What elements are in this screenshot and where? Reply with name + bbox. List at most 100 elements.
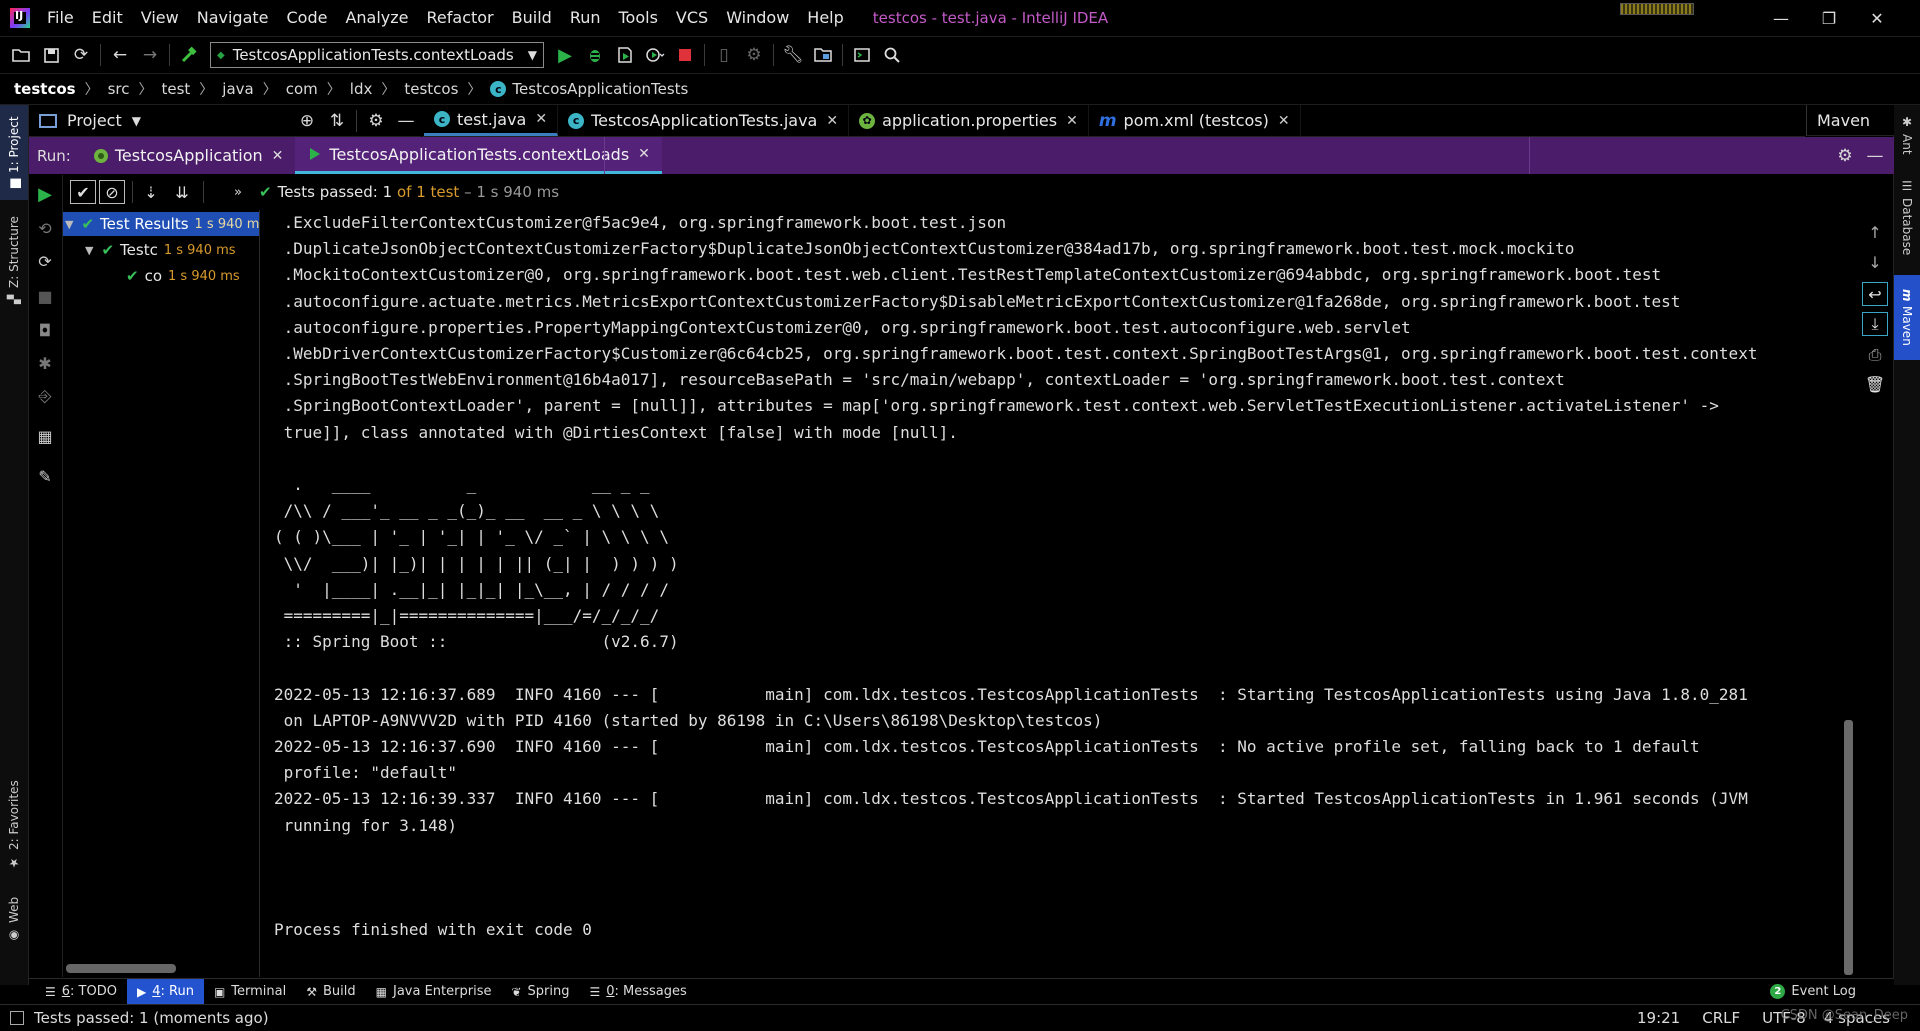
more-actions-icon[interactable]: » bbox=[224, 179, 252, 205]
menu-vcs[interactable]: VCS bbox=[667, 0, 717, 36]
toggle-auto-test-icon[interactable]: ⟳ bbox=[32, 248, 58, 274]
show-passed-icon[interactable]: ✔ bbox=[70, 180, 96, 204]
menu-file[interactable]: File bbox=[38, 0, 83, 36]
sync-icon[interactable]: ⟳ bbox=[66, 40, 96, 70]
tab-maven-side[interactable]: m Maven bbox=[1894, 275, 1920, 360]
tool-tab[interactable]: ⚒ Build bbox=[296, 979, 365, 1004]
run-configuration-select[interactable]: ◆ TestcosApplicationTests.contextLoads ▼ bbox=[210, 42, 544, 68]
attach-debugger-icon[interactable]: ▯ bbox=[709, 40, 739, 70]
close-icon[interactable]: ✕ bbox=[638, 146, 650, 162]
show-ignored-icon[interactable]: ⊘ bbox=[99, 180, 125, 204]
caret-position[interactable]: 19:21 bbox=[1637, 1009, 1680, 1027]
menu-tools[interactable]: Tools bbox=[610, 0, 667, 36]
deploy-icon[interactable]: ⚙ bbox=[739, 40, 769, 70]
tool-tab[interactable]: ▣ Terminal bbox=[204, 979, 296, 1004]
breadcrumb-item[interactable]: testcos bbox=[404, 80, 458, 98]
menu-run[interactable]: Run bbox=[561, 0, 610, 36]
tab-web[interactable]: ◉ Web bbox=[0, 885, 28, 955]
horizontal-scrollbar[interactable] bbox=[66, 964, 176, 973]
run-icon[interactable]: ▶ bbox=[550, 40, 580, 70]
scroll-to-end-icon[interactable]: ⤓ bbox=[1862, 312, 1888, 336]
close-icon[interactable]: ✕ bbox=[1066, 113, 1078, 129]
layout-icon[interactable]: ▦ bbox=[32, 423, 58, 449]
gear-icon[interactable]: ⚙ bbox=[1830, 141, 1860, 171]
back-arrow-icon[interactable]: ← bbox=[105, 40, 135, 70]
hide-panel-icon[interactable]: — bbox=[391, 106, 421, 136]
menu-build[interactable]: Build bbox=[503, 0, 561, 36]
import-tests-icon[interactable]: ⎆ bbox=[32, 383, 58, 409]
breadcrumb-item[interactable]: com bbox=[286, 80, 318, 98]
restore-button[interactable]: ❐ bbox=[1806, 0, 1852, 36]
close-icon[interactable]: ✕ bbox=[826, 113, 838, 129]
build-hammer-icon[interactable] bbox=[174, 40, 204, 70]
tab-favorites[interactable]: ★ 2: Favorites bbox=[0, 770, 28, 880]
expand-toggle-icon[interactable]: ▼ bbox=[85, 244, 93, 257]
menu-navigate[interactable]: Navigate bbox=[188, 0, 278, 36]
menu-help[interactable]: Help bbox=[798, 0, 852, 36]
close-icon[interactable]: ✕ bbox=[1278, 113, 1290, 129]
sort-alphabetically-icon[interactable]: ⇣ bbox=[137, 179, 165, 205]
save-all-icon[interactable] bbox=[36, 40, 66, 70]
menu-view[interactable]: View bbox=[132, 0, 188, 36]
breadcrumb-item[interactable]: java bbox=[222, 80, 253, 98]
editor-tab[interactable]: c TestcosApplicationTests.java ✕ bbox=[558, 105, 850, 136]
status-square-icon[interactable] bbox=[10, 1011, 24, 1025]
project-structure-icon[interactable] bbox=[808, 40, 838, 70]
terminal-window-icon[interactable] bbox=[847, 40, 877, 70]
gear-icon[interactable]: ⚙ bbox=[361, 106, 391, 136]
project-view-title[interactable]: Project bbox=[67, 111, 122, 130]
open-folder-icon[interactable] bbox=[6, 40, 36, 70]
tool-tab[interactable]: ☰ 6: TODO bbox=[35, 979, 127, 1004]
tool-tab[interactable]: ▶ 4: Run bbox=[126, 979, 204, 1004]
run-with-coverage-icon[interactable] bbox=[610, 40, 640, 70]
hide-panel-icon[interactable]: — bbox=[1860, 141, 1890, 171]
debug-icon[interactable] bbox=[580, 40, 610, 70]
soft-wrap-icon[interactable]: ↩ bbox=[1862, 282, 1888, 306]
close-icon[interactable]: ✕ bbox=[272, 148, 284, 164]
print-icon[interactable]: ⎙ bbox=[1862, 343, 1888, 367]
test-node[interactable]: ✔ co 1 s 940 ms bbox=[63, 264, 259, 288]
close-window-button[interactable]: ✕ bbox=[1854, 0, 1900, 36]
breadcrumb-item[interactable]: ldx bbox=[350, 80, 373, 98]
menu-refactor[interactable]: Refactor bbox=[418, 0, 503, 36]
camera-icon[interactable]: ◘ bbox=[32, 317, 58, 343]
maven-panel-tab[interactable]: Maven bbox=[1806, 105, 1894, 136]
minimize-button[interactable]: — bbox=[1758, 0, 1804, 36]
event-log-tab[interactable]: 2 Event Log bbox=[1770, 984, 1856, 999]
tool-tab[interactable]: ❦ Spring bbox=[501, 979, 579, 1004]
settings-wrench-icon[interactable]: 🔧︎ bbox=[778, 40, 808, 70]
memory-indicator[interactable] bbox=[1620, 3, 1694, 15]
rerun-icon[interactable]: ▶ bbox=[32, 181, 58, 207]
arrow-down-icon[interactable]: ↓ bbox=[1862, 250, 1888, 274]
tab-structure[interactable]: ▞ Z: Structure bbox=[0, 205, 28, 315]
editor-tab[interactable]: m pom.xml (testcos) ✕ bbox=[1089, 105, 1301, 136]
menu-window[interactable]: Window bbox=[717, 0, 798, 36]
line-separator[interactable]: CRLF bbox=[1702, 1009, 1740, 1027]
menu-code[interactable]: Code bbox=[278, 0, 337, 36]
debug-icon[interactable]: ✱ bbox=[32, 350, 58, 376]
run-tab[interactable]: TestcosApplication ✕ bbox=[81, 137, 296, 174]
chevron-down-icon[interactable]: ▼ bbox=[132, 114, 141, 128]
locate-target-icon[interactable]: ⊕ bbox=[292, 106, 322, 136]
search-icon[interactable] bbox=[877, 40, 907, 70]
test-results-node[interactable]: ▼ ✔ Test Results 1 s 940 ms bbox=[63, 212, 259, 236]
console-output[interactable]: .ExcludeFilterContextCustomizer@f5ac9e4,… bbox=[260, 210, 1838, 977]
trash-icon[interactable]: 🗑︎ bbox=[1862, 372, 1888, 396]
breadcrumb-item[interactable]: src bbox=[108, 80, 130, 98]
close-icon[interactable]: ✕ bbox=[535, 111, 547, 127]
expand-toggle-icon[interactable]: ▼ bbox=[65, 218, 73, 231]
stop-icon[interactable] bbox=[670, 40, 700, 70]
tool-tab[interactable]: ☰ 0: Messages bbox=[579, 979, 696, 1004]
breadcrumb-item[interactable]: TestcosApplicationTests bbox=[512, 80, 688, 98]
rerun-failed-icon[interactable]: ⟲ bbox=[32, 215, 58, 241]
sort-by-duration-icon[interactable]: ⇊ bbox=[168, 179, 196, 205]
menu-edit[interactable]: Edit bbox=[83, 0, 132, 36]
vertical-scrollbar[interactable] bbox=[1844, 720, 1853, 975]
tool-tab[interactable]: ▦ Java Enterprise bbox=[366, 979, 502, 1004]
stop-icon[interactable]: ■ bbox=[32, 283, 58, 309]
pin-icon[interactable]: ✎ bbox=[32, 463, 58, 489]
collapse-all-icon[interactable]: ⇅ bbox=[322, 106, 352, 136]
editor-tab[interactable]: ✿ application.properties ✕ bbox=[849, 105, 1089, 136]
profiler-icon[interactable] bbox=[640, 40, 670, 70]
menu-analyze[interactable]: Analyze bbox=[336, 0, 417, 36]
